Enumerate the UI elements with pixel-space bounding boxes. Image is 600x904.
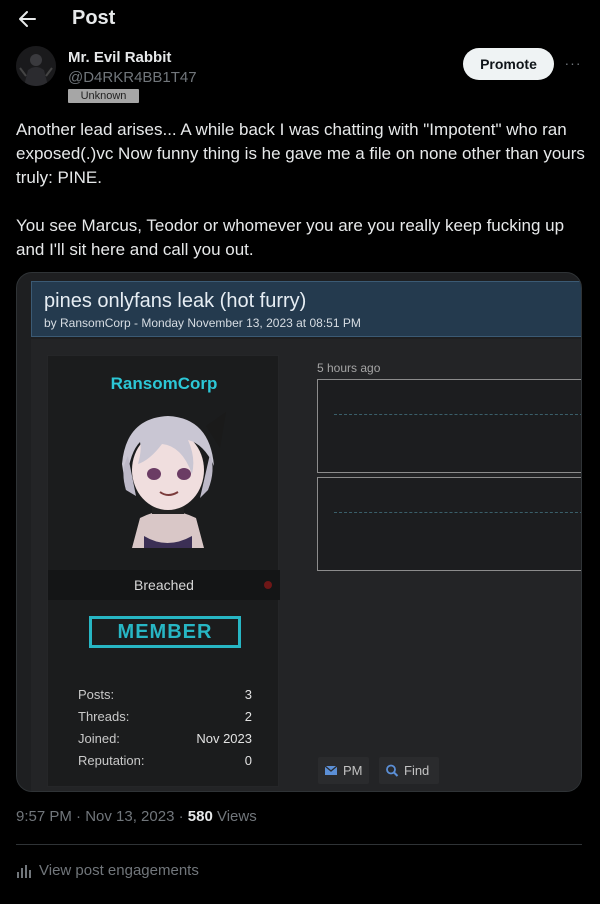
post-paragraph-2: You see Marcus, Teodor or whomever you a…	[16, 216, 565, 259]
stat-value: 3	[244, 687, 252, 702]
search-icon	[386, 764, 399, 777]
offline-indicator	[264, 581, 272, 589]
forum-status-bar: Breached	[48, 570, 280, 600]
stat-row: Posts: 3	[78, 684, 252, 706]
forum-user-avatar	[92, 400, 242, 548]
post-paragraph-1: Another lead arises... A while back I wa…	[16, 120, 585, 187]
forum-rank-badge: MEMBER	[89, 616, 241, 648]
forum-content-box	[317, 477, 581, 571]
thread-title: pines onlyfans leak (hot furry)	[44, 290, 307, 312]
envelope-icon	[324, 765, 338, 775]
post-timestamp: 9:57 PM · Nov 13, 2023 · 580 Views	[16, 808, 257, 825]
forum-username: RansomCorp	[110, 374, 218, 393]
avatar-image	[16, 46, 56, 86]
forum-thread-body: RansomCorp Breached MEMBER Posts: 3 Thre…	[31, 339, 581, 791]
forum-user-panel: RansomCorp Breached MEMBER Posts: 3 Thre…	[47, 355, 280, 787]
stat-value: 0	[244, 753, 252, 768]
forum-thread-header: pines onlyfans leak (hot furry) by Ranso…	[31, 281, 581, 337]
post-time[interactable]: 9:57 PM · Nov 13, 2023 ·	[16, 808, 188, 825]
stat-label: Reputation:	[78, 753, 145, 768]
stat-label: Threads:	[78, 709, 130, 724]
author-handle[interactable]: @D4RKR4BB1T47	[68, 69, 197, 86]
forum-pm-button: PM	[318, 757, 369, 784]
author-label-badge: Unknown	[68, 89, 139, 103]
stat-row: Threads: 2	[78, 706, 252, 728]
forum-status-text: Breached	[134, 577, 194, 593]
forum-find-button: Find	[379, 757, 439, 784]
avatar[interactable]	[16, 46, 56, 86]
views-count: 580	[187, 808, 213, 825]
stat-value: Nov 2023	[196, 731, 252, 746]
post-image[interactable]: pines onlyfans leak (hot furry) by Ranso…	[16, 272, 582, 792]
back-button[interactable]	[16, 8, 38, 30]
promote-button[interactable]: Promote	[463, 48, 554, 80]
divider	[16, 844, 582, 845]
author-name[interactable]: Mr. Evil Rabbit	[68, 49, 171, 66]
top-bar: Post	[0, 0, 600, 38]
page-title: Post	[72, 7, 116, 29]
forum-find-label: Find	[404, 763, 430, 778]
stat-row: Joined: Nov 2023	[78, 728, 252, 750]
stat-value: 2	[244, 709, 252, 724]
forum-pm-label: PM	[343, 763, 363, 778]
anime-avatar-image	[92, 400, 242, 548]
forum-content-box	[317, 379, 581, 473]
views-label: Views	[212, 808, 257, 825]
stat-label: Joined:	[78, 731, 120, 746]
arrow-left-icon	[19, 11, 36, 27]
stat-label: Posts:	[78, 687, 115, 702]
stat-row: Reputation: 0	[78, 750, 252, 772]
forum-user-stats: Posts: 3 Threads: 2 Joined: Nov 2023 Rep…	[78, 684, 252, 772]
view-engagements-label: View post engagements	[39, 862, 199, 879]
post-text: Another lead arises... A while back I wa…	[16, 118, 586, 262]
thread-meta: by RansomCorp - Monday November 13, 2023…	[44, 316, 361, 330]
forum-post-age: 5 hours ago	[317, 361, 381, 375]
more-options-icon[interactable]: ···	[562, 52, 584, 74]
analytics-icon	[17, 865, 31, 878]
